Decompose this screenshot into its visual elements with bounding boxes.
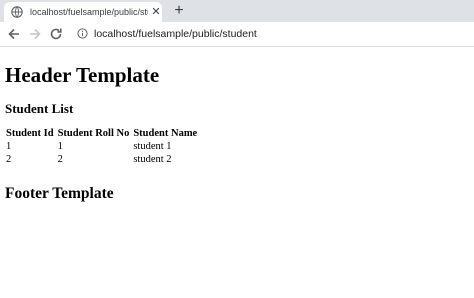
header-template-heading: Header Template [5,63,160,87]
table-cell: student 1 [133,141,172,152]
student-list-heading: Student List [5,101,74,116]
table-cell: 2 [6,154,12,165]
table-cell: student 2 [133,154,172,165]
info-icon[interactable] [77,28,88,39]
student-table: Student Id Student Roll No Student Name … [5,127,199,166]
table-cell: 2 [57,154,63,165]
table-row: 2 2 student 2 [5,153,199,166]
tab-title: localhost/fuelsample/public/stu [30,7,148,17]
table-row: 1 1 student 1 [5,140,199,153]
column-header: Student Name [133,128,198,139]
globe-icon [11,6,23,18]
address-url[interactable]: localhost/fuelsample/public/student [94,27,257,41]
column-header: Student Roll No [57,128,130,139]
column-header: Student Id [6,128,54,139]
browser-tab[interactable]: localhost/fuelsample/public/stu ✕ [4,2,162,22]
table-cell: 1 [57,141,63,152]
forward-arrow-icon[interactable] [27,26,43,42]
footer-template-heading: Footer Template [5,185,114,202]
address-bar[interactable]: localhost/fuelsample/public/student [68,25,468,43]
table-header-row: Student Id Student Roll No Student Name [5,127,199,140]
browser-toolbar: localhost/fuelsample/public/student [0,22,474,47]
new-tab-button[interactable]: + [171,3,187,19]
close-tab-icon[interactable]: ✕ [151,6,161,18]
reload-icon[interactable] [48,26,64,42]
tab-strip: localhost/fuelsample/public/stu ✕ + [0,0,474,22]
table-cell: 1 [6,141,12,152]
back-arrow-icon[interactable] [6,26,22,42]
